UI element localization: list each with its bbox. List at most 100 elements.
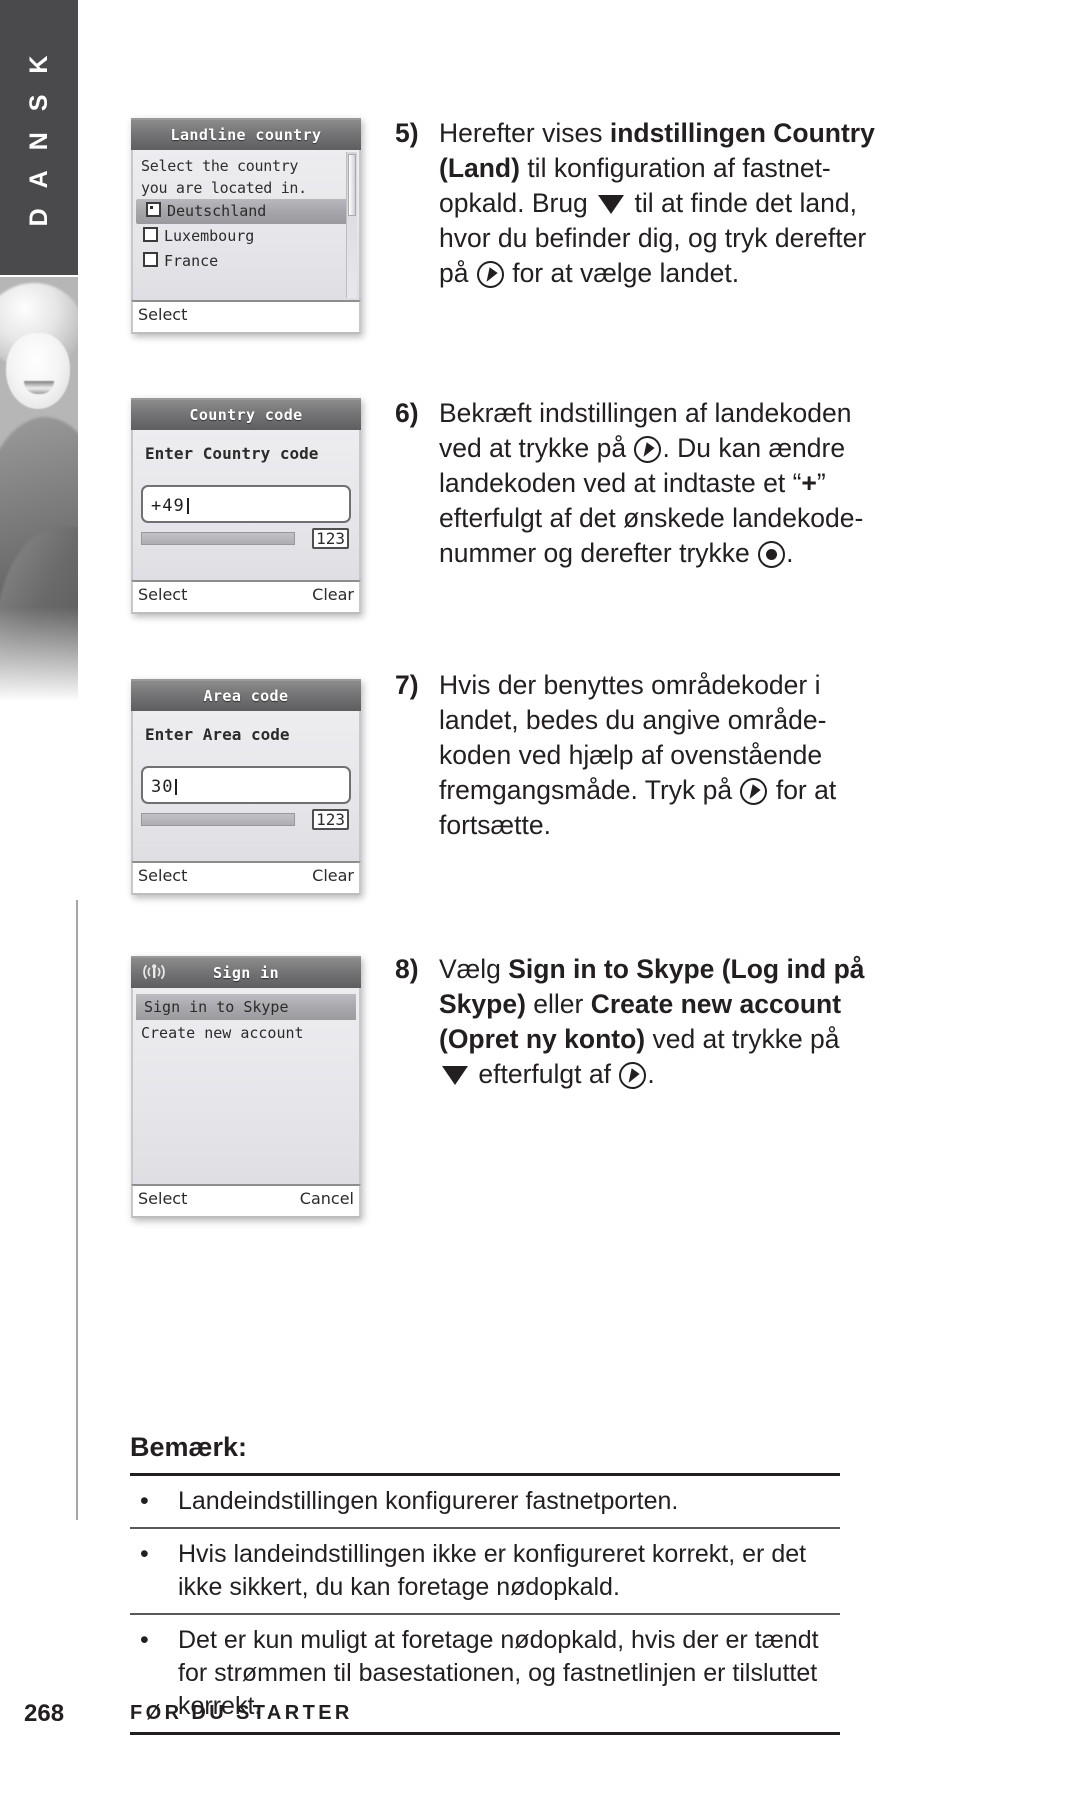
bullet-icon: • (140, 1540, 149, 1568)
option-france[interactable]: France (133, 249, 359, 274)
area-code-input[interactable]: 30 (141, 766, 351, 804)
option-label: France (164, 252, 219, 270)
select-key-icon (476, 261, 504, 288)
input-mode-badge: 123 (312, 809, 349, 830)
select-key-icon (634, 436, 662, 463)
instruction-step-5: 5) Herefter vises indstillingen Country … (395, 116, 1015, 291)
prompt-enter-country-code: Enter Country code (145, 444, 319, 463)
input-progress-bar (141, 813, 295, 826)
language-tab: D A N S K (0, 0, 78, 275)
step-number: 7) (395, 670, 419, 700)
signal-antenna-icon (140, 963, 168, 983)
step-text: for at vælge landet. (504, 258, 740, 288)
step-text: efterfulgt af det ønskede landekode- (439, 503, 864, 533)
step-text: landekoden ved at indtaste et “ (439, 468, 802, 498)
step-text: Vælg (439, 954, 509, 984)
softkey-bar: Select Clear (131, 580, 361, 614)
prompt-line-2: you are located in. (141, 179, 307, 197)
step-text: opkald. Brug (439, 188, 596, 218)
step-text: hvor du befinder dig, og tryk derefter (439, 223, 867, 253)
list-item-label: Sign in to Skype (144, 998, 289, 1016)
softkey-bar: Select Clear (131, 861, 361, 895)
list-item-sign-in-to-skype[interactable]: Sign in to Skype (136, 994, 356, 1020)
text-caret (175, 779, 178, 795)
select-key-icon (740, 778, 768, 805)
notes-title: Bemærk: (130, 1432, 248, 1462)
step-body: Vælg Sign in to Skype (Log ind på Skype)… (439, 952, 1015, 1092)
option-luxembourg[interactable]: Luxembourg (133, 224, 359, 249)
screen-title: Country code (189, 406, 303, 424)
prompt-line-1: Select the country (141, 157, 299, 175)
screen-titlebar: Area code (131, 679, 361, 711)
input-value: 30 (151, 777, 174, 797)
softkey-clear[interactable]: Clear (312, 866, 354, 885)
notes-rule-bottom (130, 1732, 840, 1735)
input-progress-bar (141, 532, 295, 545)
step-text: ved at trykke på (645, 1024, 840, 1054)
step-text: på (439, 258, 476, 288)
step-text: Bekræft indstillingen af landekoden (439, 398, 852, 428)
step-text: nummer og derefter trykke (439, 538, 758, 568)
phone-screen-sign-in: Sign in Sign in to Skype Create new acco… (131, 956, 361, 1218)
country-code-input[interactable]: +49 (141, 485, 351, 523)
step-text: . Du kan ændre (662, 433, 846, 463)
step-text-bold: + (801, 468, 817, 498)
step-text: Hvis der benyttes områdekoder i (439, 670, 821, 700)
screen-title: Area code (203, 687, 289, 705)
phone-screen-country-code: Country code Enter Country code +49 123 … (131, 398, 361, 614)
step-text: for at (768, 775, 837, 805)
softkey-cancel[interactable]: Cancel (300, 1189, 354, 1208)
softkey-clear[interactable]: Clear (312, 585, 354, 604)
softkey-select[interactable]: Select (138, 305, 187, 324)
instruction-step-8: 8) Vælg Sign in to Skype (Log ind på Sky… (395, 952, 1015, 1092)
step-body: Herefter vises indstillingen Country (La… (439, 116, 1015, 291)
step-text: ” (816, 468, 826, 498)
bullet-icon: • (140, 1487, 149, 1515)
option-label: Luxembourg (164, 227, 255, 245)
radio-off-icon (143, 227, 158, 242)
instruction-step-6: 6) Bekræft indstillingen af landekoden v… (395, 396, 1015, 571)
left-rail: D A N S K (0, 0, 78, 1798)
step-text-bold: Skype) (439, 989, 526, 1019)
step-text: Herefter vises (439, 118, 610, 148)
screen-scrollbar[interactable] (346, 152, 357, 298)
softkey-select[interactable]: Select (138, 866, 187, 885)
scrollbar-thumb[interactable] (348, 154, 356, 216)
input-underline-row: 123 (141, 528, 351, 549)
note-text: Landeindstillingen konfigurerer fastnetp… (178, 1487, 679, 1515)
screen-body: Enter Country code +49 123 (131, 430, 361, 580)
step-text: ved at trykke på (439, 433, 634, 463)
step-text: landet, bedes du angive område- (439, 705, 827, 735)
radio-off-icon (143, 252, 158, 267)
step-text: koden ved hjælp af ovenstående (439, 740, 823, 770)
bullet-icon: • (140, 1626, 149, 1654)
step-body: Bekræft indstillingen af landekoden ved … (439, 396, 1015, 571)
step-text: til konfiguration af fastnet- (519, 153, 831, 183)
step-text: fremgangsmåde. Tryk på (439, 775, 740, 805)
step-text-bold: indstillingen Country (609, 118, 875, 148)
step-text: . (647, 1059, 655, 1089)
screen-titlebar: Country code (131, 398, 361, 430)
softkey-select[interactable]: Select (138, 585, 187, 604)
option-deutschland[interactable]: Deutschland (136, 199, 356, 224)
step-number: 6) (395, 398, 419, 428)
instruction-step-7: 7) Hvis der benyttes områdekoder i lande… (395, 668, 1015, 843)
step-text-bold: Sign in to Skype (Log ind på (508, 954, 865, 984)
down-arrow-icon (442, 1066, 468, 1085)
down-arrow-icon (598, 195, 625, 214)
screen-body: Sign in to Skype Create new account (131, 988, 361, 1184)
list-item-create-new-account[interactable]: Create new account (133, 1020, 359, 1046)
text-caret (186, 498, 189, 514)
step-text: . (786, 538, 794, 568)
note-item: • Landeindstillingen konfigurerer fastne… (130, 1476, 840, 1527)
step-text-bold: (Land) (439, 153, 520, 183)
list-item-label: Create new account (141, 1024, 304, 1042)
footer-section-label: FØR DU STARTER (130, 1702, 353, 1724)
softkey-select[interactable]: Select (138, 1189, 187, 1208)
option-label: Deutschland (167, 202, 267, 220)
step-text: efterfulgt af (471, 1059, 619, 1089)
input-mode-badge: 123 (312, 528, 349, 549)
softkey-bar: Select (131, 300, 361, 334)
phone-screen-area-code: Area code Enter Area code 30 123 Select … (131, 679, 361, 895)
step-number: 5) (395, 118, 419, 148)
